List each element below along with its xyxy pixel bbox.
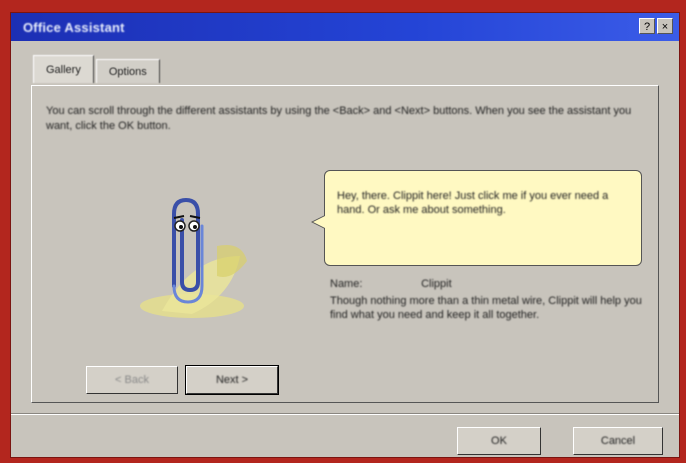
tab-strip: Gallery Options — [33, 55, 162, 83]
ok-button-label: OK — [491, 435, 507, 447]
back-button-label: < Back — [115, 374, 149, 386]
window-title: Office Assistant — [23, 19, 125, 35]
assistant-balloon: Hey, there. Clippit here! Just click me … — [311, 170, 642, 266]
office-assistant-dialog: Office Assistant ? × Gallery Options You… — [10, 12, 680, 458]
instructions-text: You can scroll through the different ass… — [46, 105, 632, 132]
title-buttons: ? × — [639, 18, 673, 34]
balloon-text: Hey, there. Clippit here! Just click me … — [337, 190, 609, 216]
ok-button[interactable]: OK — [457, 427, 541, 455]
assistant-name-row: Name: Clippit — [330, 278, 452, 290]
title-bar[interactable]: Office Assistant ? × — [11, 13, 679, 41]
paperclip-assistant-icon[interactable] — [122, 186, 262, 326]
tab-gallery[interactable]: Gallery — [33, 55, 94, 83]
back-button[interactable]: < Back — [86, 366, 178, 394]
name-value: Clippit — [421, 278, 452, 290]
cancel-button[interactable]: Cancel — [573, 427, 663, 455]
assistant-description: Though nothing more than a thin metal wi… — [330, 295, 642, 321]
footer-separator — [11, 413, 679, 415]
balloon-tail — [311, 215, 325, 229]
help-button[interactable]: ? — [639, 18, 655, 34]
next-button-label: Next > — [215, 374, 249, 386]
tab-options[interactable]: Options — [95, 59, 160, 83]
gallery-panel: You can scroll through the different ass… — [31, 85, 659, 403]
next-button[interactable]: Next > — [185, 365, 279, 395]
name-label: Name: — [330, 278, 363, 290]
close-button[interactable]: × — [657, 18, 673, 34]
cancel-button-label: Cancel — [600, 435, 636, 447]
